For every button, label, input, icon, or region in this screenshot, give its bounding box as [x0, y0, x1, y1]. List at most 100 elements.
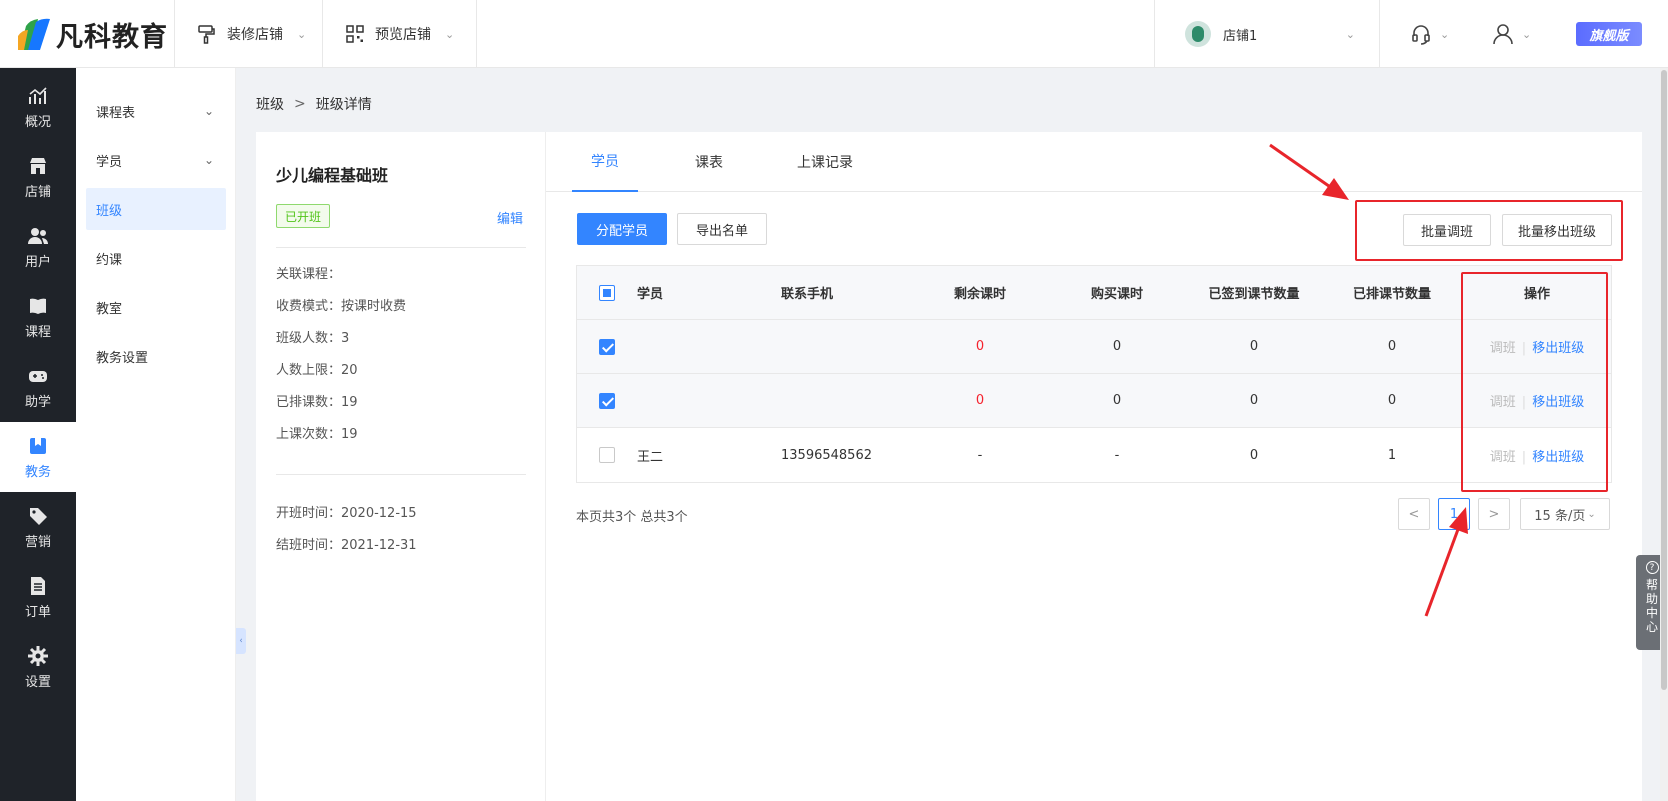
chevron-down-icon: ⌄ — [1345, 27, 1355, 41]
prev-page-button[interactable]: < — [1398, 498, 1430, 530]
chevron-down-icon: ⌄ — [297, 27, 307, 41]
breadcrumb-parent[interactable]: 班级 — [256, 94, 284, 114]
cell-scheduled: 0 — [1387, 393, 1397, 408]
breadcrumb: 班级 > 班级详情 — [256, 94, 372, 114]
row-checkbox[interactable] — [599, 392, 615, 409]
nav-label: 助学 — [24, 394, 51, 410]
row-checkbox[interactable] — [599, 338, 615, 355]
info-class-size: 班级人数：3 — [276, 331, 350, 346]
nav-item-marketing[interactable]: 营销 — [0, 492, 76, 562]
document-icon — [31, 576, 45, 595]
help-char: 心 — [1645, 620, 1658, 634]
nav-item-courses[interactable]: 课程 — [0, 282, 76, 352]
next-page-button[interactable]: > — [1478, 498, 1510, 530]
subnav-item-students[interactable]: 学员 ⌄ — [86, 139, 226, 181]
page-1-button[interactable]: 1 — [1438, 498, 1470, 530]
export-list-button[interactable]: 导出名单 — [677, 213, 767, 245]
nav-label: 设置 — [24, 674, 51, 690]
nav-label: 店铺 — [24, 184, 51, 200]
account-menu[interactable]: ⌄ — [1492, 20, 1531, 48]
header-student: 学员 — [637, 287, 664, 302]
vip-badge[interactable]: 旗舰版 — [1576, 22, 1642, 46]
subnav-label: 教室 — [96, 301, 123, 317]
preview-store-label: 预览店铺 — [375, 27, 431, 43]
nav-label: 用户 — [24, 254, 51, 270]
logo[interactable]: 凡科教育 — [16, 12, 176, 56]
preview-store-menu[interactable]: 预览店铺 ⌄ — [322, 0, 478, 68]
chevron-down-icon: ⌄ — [1440, 27, 1450, 41]
collapse-sidebar-button[interactable]: ‹ — [236, 628, 246, 654]
chevron-down-icon: ⌄ — [203, 104, 214, 118]
info-fee-mode: 收费模式：按课时收费 — [276, 299, 407, 314]
support-menu[interactable]: ⌄ — [1410, 20, 1449, 48]
chevron-down-icon: ⌄ — [203, 153, 214, 167]
info-end-date: 结班时间：2021-12-31 — [276, 538, 417, 553]
info-related-course: 关联课程： — [276, 267, 342, 282]
page-size-select[interactable]: 15 条/页 ⌄ — [1520, 498, 1610, 530]
breadcrumb-separator: > — [294, 96, 306, 112]
subnav-item-classes[interactable]: 班级 — [86, 188, 226, 230]
nav-item-overview[interactable]: 概况 — [0, 72, 76, 142]
subnav-item-classrooms[interactable]: 教室 — [86, 286, 226, 328]
select-all-checkbox[interactable] — [599, 284, 615, 301]
tab-students[interactable]: 学员 — [572, 132, 638, 192]
info-scheduled-count: 已排课数：19 — [276, 395, 358, 410]
status-badge: 已开班 — [276, 204, 331, 228]
chevron-left-icon: ‹ — [239, 636, 243, 646]
users-icon — [28, 227, 48, 244]
gamepad-icon — [29, 370, 47, 382]
nav-label: 订单 — [24, 604, 51, 620]
cell-remaining: - — [977, 447, 983, 463]
tab-timetable[interactable]: 课表 — [676, 132, 742, 192]
nav-item-settings[interactable]: 设置 — [0, 632, 76, 702]
subnav-item-academic-settings[interactable]: 教务设置 — [86, 335, 226, 377]
store-switcher[interactable]: 店铺1 ⌄ — [1154, 0, 1380, 68]
table-header-row: 学员 联系手机 剩余课时 购买课时 已签到课节数量 已排课节数量 操作 — [577, 266, 1611, 320]
subnav-label: 班级 — [96, 203, 123, 219]
edit-link[interactable]: 编辑 — [497, 208, 523, 227]
nav-item-store[interactable]: 店铺 — [0, 142, 76, 212]
info-attendance-count: 上课次数：19 — [276, 427, 358, 442]
decorate-store-menu[interactable]: 装修店铺 ⌄ — [174, 0, 328, 68]
nav-item-academic[interactable]: 教务 — [0, 422, 76, 492]
table-row: 王二 13596548562 - - 0 1 调班 | 移出班级 — [577, 428, 1611, 482]
nav-item-users[interactable]: 用户 — [0, 212, 76, 282]
header-scheduled: 已排课节数量 — [1352, 287, 1432, 302]
logo-text: 凡科教育 — [56, 21, 168, 53]
cell-scheduled: 0 — [1387, 339, 1397, 354]
cell-signed: 0 — [1249, 339, 1259, 354]
subnav-label: 课程表 — [96, 105, 136, 121]
header-remaining: 剩余课时 — [953, 287, 1007, 302]
help-char: 中 — [1645, 606, 1658, 620]
annotation-box-actions-column — [1461, 272, 1608, 492]
tab-attendance-records[interactable]: 上课记录 — [778, 132, 872, 192]
store-name: 店铺1 — [1223, 28, 1258, 44]
class-name: 少儿编程基础班 — [276, 166, 389, 185]
chevron-down-icon: ⌄ — [1522, 27, 1532, 41]
subnav-label: 学员 — [96, 154, 123, 170]
pagination-summary: 本页共3个 总共3个 — [576, 510, 688, 525]
cell-scheduled: 1 — [1387, 447, 1397, 463]
book-icon — [30, 298, 46, 314]
subnav-label: 教务设置 — [96, 350, 149, 366]
question-icon: ? — [1645, 561, 1659, 574]
subnav-item-schedule[interactable]: 课程表 ⌄ — [86, 90, 226, 132]
info-start-date: 开班时间：2020-12-15 — [276, 506, 417, 521]
row-checkbox[interactable] — [599, 447, 615, 463]
table-row: 0 0 0 0 调班 | 移出班级 — [577, 374, 1611, 428]
divider — [276, 474, 526, 475]
user-icon — [1493, 24, 1513, 45]
page-scrollbar[interactable] — [1660, 68, 1668, 801]
nav-label: 课程 — [24, 324, 51, 340]
nav-item-orders[interactable]: 订单 — [0, 562, 76, 632]
cell-purchased: 0 — [1112, 339, 1122, 354]
subnav-item-booking[interactable]: 约课 — [86, 237, 226, 279]
nav-item-study[interactable]: 助学 — [0, 352, 76, 422]
nav-label: 营销 — [24, 534, 51, 550]
header-signed: 已签到课节数量 — [1208, 287, 1300, 302]
header-phone: 联系手机 — [781, 287, 834, 302]
cell-signed: 0 — [1249, 393, 1259, 408]
cell-purchased: - — [1114, 447, 1120, 463]
assign-students-button[interactable]: 分配学员 — [577, 213, 667, 245]
tab-bar: 学员 课表 上课记录 — [546, 132, 1642, 192]
